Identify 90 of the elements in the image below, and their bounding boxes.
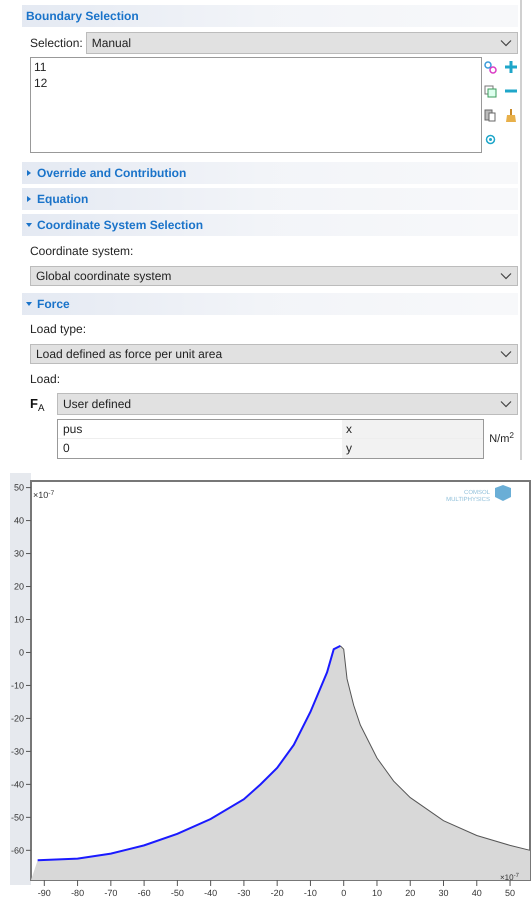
x-tick-label: -80: [71, 888, 84, 898]
selection-list[interactable]: 11 12: [30, 57, 482, 153]
list-item[interactable]: 12: [34, 75, 48, 91]
x-tick-label: 20: [405, 888, 416, 898]
component-cell: x: [342, 420, 484, 438]
selection-dropdown[interactable]: Manual: [86, 32, 518, 54]
x-tick-label: -30: [237, 888, 250, 898]
section-header[interactable]: Override and Contribution: [22, 162, 518, 184]
dropdown-caret-icon: [500, 350, 512, 358]
y-tick-label: -20: [10, 713, 24, 724]
x-tick-label: -60: [138, 888, 151, 898]
coordinate-dropdown[interactable]: Global coordinate system: [30, 266, 518, 286]
x-tick-label: -50: [170, 880, 184, 898]
x-tick-label: -90: [38, 888, 51, 898]
x-tick-label: -50: [170, 888, 184, 898]
section-header[interactable]: Equation: [22, 188, 518, 210]
link-icon[interactable]: [484, 61, 497, 74]
y-tick-label: -50: [10, 812, 24, 822]
field-label: Load:: [30, 371, 62, 388]
x-tick-label: -70: [104, 880, 118, 898]
copy-icon[interactable]: [484, 85, 497, 98]
selection-label: Selection:: [30, 35, 83, 52]
y-tick-label: 10: [14, 614, 32, 624]
y-tick-label: 40: [14, 516, 24, 526]
expanded-arrow-icon: [26, 222, 32, 228]
x-tick-label: 0: [341, 880, 346, 898]
y-tick-label: -30: [10, 746, 32, 756]
y-tick-label: 0: [18, 647, 24, 658]
field-label: Coordinate system:: [30, 243, 134, 260]
collapsed-arrow-icon: [26, 196, 32, 202]
plus-icon[interactable]: [505, 61, 517, 73]
x-tick-label: -70: [104, 888, 118, 898]
x-tick-label: 40: [472, 880, 482, 898]
x-tick-label: 10: [372, 880, 382, 898]
x-tick-label: -40: [204, 880, 218, 898]
y-tick-label: 30: [14, 548, 24, 559]
y-tick-label: 50: [14, 482, 24, 493]
broom-icon[interactable]: [505, 109, 517, 122]
x-tick-label: 40: [472, 888, 482, 898]
x-tick-label: 30: [438, 880, 449, 898]
y-tick-label: -40: [10, 779, 32, 790]
y-tick-label: 50: [14, 482, 32, 493]
dropdown-caret-icon: [500, 272, 512, 280]
y-tick-label: -60: [10, 845, 32, 856]
list-item[interactable]: 11: [34, 59, 46, 75]
x-tick-label: -60: [138, 880, 151, 898]
x-tick-label: -20: [270, 888, 284, 898]
component-cell: y: [342, 439, 484, 458]
target-icon[interactable]: [484, 133, 497, 146]
y-tick-label: 10: [14, 614, 24, 624]
x-tick-label: 20: [405, 880, 416, 898]
x-tick-label: -10: [304, 888, 317, 898]
y-tick-label: -60: [10, 845, 24, 856]
y-tick-label: 0: [18, 647, 32, 658]
load-dropdown[interactable]: User defined: [57, 393, 518, 415]
y-tick-label: 20: [14, 582, 24, 592]
symbol-label: F$_{A}$: [30, 395, 46, 414]
y-tick-label: -20: [10, 713, 32, 724]
collapsed-arrow-icon: [26, 170, 32, 176]
section-header[interactable]: Force: [22, 293, 518, 315]
y-tick-label: 20: [14, 582, 32, 592]
y-tick-label: -10: [10, 680, 24, 690]
x-tick-label: 0: [341, 888, 346, 898]
x-tick-label: -20: [270, 880, 284, 898]
dropdown-caret-icon: [500, 400, 512, 408]
y-multiplier: ×10$^{-7}$: [33, 490, 54, 498]
y-tick-label: -30: [10, 746, 24, 756]
section-header[interactable]: Boundary Selection: [22, 5, 518, 27]
x-tick-label: 30: [438, 888, 449, 898]
x-tick-label: -30: [237, 880, 250, 898]
y-tick-label: -10: [10, 680, 32, 690]
y-tick-label: -50: [10, 812, 32, 822]
unit-label: N/m$^{2}$: [489, 430, 514, 447]
x-tick-label: 50: [505, 888, 516, 898]
x-tick-label: -90: [38, 880, 51, 898]
dropdown-caret-icon: [500, 39, 512, 47]
expanded-arrow-icon: [26, 301, 32, 307]
x-tick-label: 10: [372, 888, 382, 898]
x-tick-label: 50: [505, 880, 516, 898]
paste-icon[interactable]: [484, 109, 496, 122]
x-tick-label: -10: [304, 880, 317, 898]
field-label: Load type:: [30, 321, 88, 338]
x-multiplier: ×10$^{-7}$: [500, 873, 519, 880]
y-tick-label: 30: [14, 548, 32, 559]
y-tick-label: -40: [10, 779, 24, 790]
y-tick-label: 40: [14, 516, 32, 526]
x-tick-label: -40: [204, 888, 218, 898]
section-header[interactable]: Coordinate System Selection: [22, 214, 518, 236]
x-tick-label: -80: [71, 880, 84, 898]
load-type-dropdown[interactable]: Load defined as force per unit area: [30, 344, 518, 364]
